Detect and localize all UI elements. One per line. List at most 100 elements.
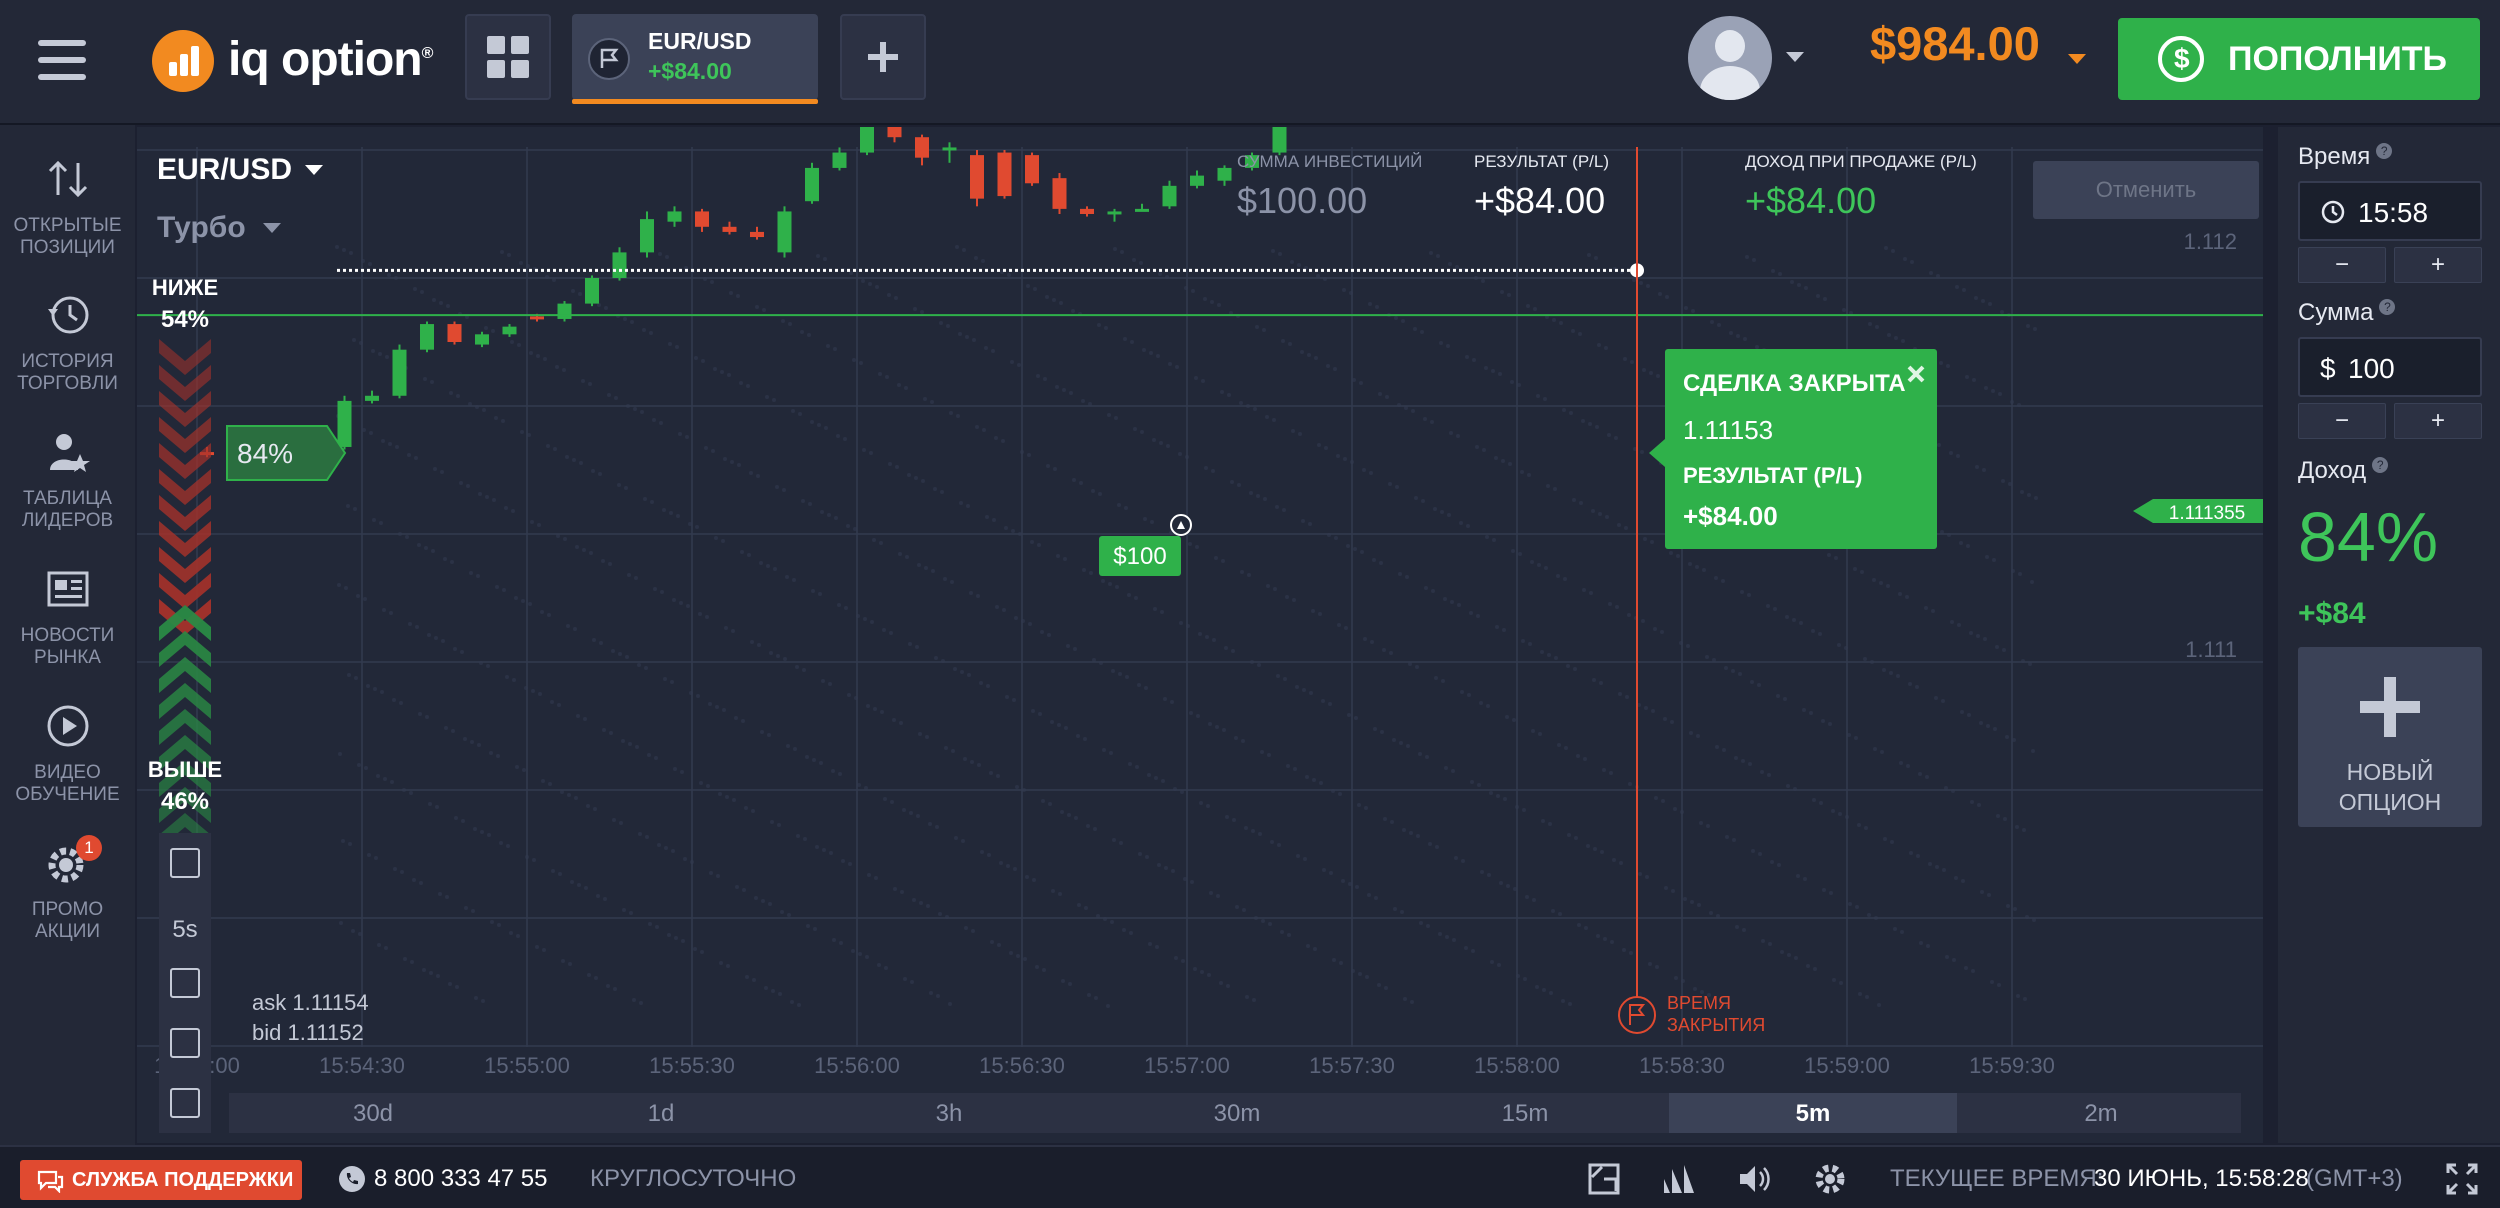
map-dot <box>528 602 532 606</box>
map-dot <box>1255 325 1259 329</box>
map-dot <box>1447 513 1451 517</box>
candle-body[interactable] <box>1135 208 1149 212</box>
candle-body[interactable] <box>722 226 737 232</box>
amount-plus-button[interactable]: + <box>2394 403 2482 439</box>
avatar[interactable] <box>1688 16 1772 100</box>
candle-body[interactable] <box>365 395 379 401</box>
candle-body[interactable] <box>1217 167 1232 181</box>
amount-minus-button[interactable]: − <box>2298 403 2386 439</box>
menu-icon[interactable] <box>38 38 90 82</box>
chart-area[interactable]: 15:54:0015:54:3015:55:0015:55:3015:56:00… <box>137 127 2263 1143</box>
expiry-time-field[interactable]: 15:58 <box>2298 181 2482 241</box>
map-dot <box>1642 368 1646 372</box>
deposit-button[interactable]: $ ПОПОЛНИТЬ <box>2118 18 2480 100</box>
support-button[interactable]: СЛУЖБА ПОДДЕРЖКИ <box>20 1160 302 1200</box>
bid-quote: bid 1.11152 <box>252 1020 364 1045</box>
candle-body[interactable] <box>585 278 599 304</box>
candle-body[interactable] <box>447 324 462 342</box>
map-dot <box>1578 332 1582 336</box>
fullscreen-window-icon[interactable] <box>1586 1161 1622 1197</box>
candle-body[interactable] <box>1190 175 1204 186</box>
candle-body[interactable] <box>777 211 792 253</box>
candle-body[interactable] <box>502 326 517 335</box>
map-dot <box>1497 963 1501 967</box>
map-dot <box>466 484 470 488</box>
map-dot <box>759 561 763 565</box>
asset-tab-eurusd[interactable]: EUR/USD +$84.00 <box>572 14 818 104</box>
map-dot <box>816 254 820 258</box>
candle-body[interactable] <box>695 211 709 227</box>
candle-body[interactable] <box>337 400 352 447</box>
help-icon[interactable]: ? <box>2372 457 2389 473</box>
map-dot <box>874 876 878 880</box>
map-dot <box>1480 870 1484 874</box>
candle-body[interactable] <box>805 167 819 202</box>
map-dot <box>1240 570 1244 574</box>
map-dot <box>538 692 542 696</box>
map-dot <box>335 245 339 249</box>
support-phone[interactable]: 8 800 333 47 55 <box>374 1165 548 1193</box>
candle-body[interactable] <box>557 303 572 319</box>
time-plus-button[interactable]: + <box>2394 247 2482 283</box>
chevron-down-icon[interactable] <box>1786 52 1804 62</box>
map-dot <box>970 760 974 764</box>
candle-body[interactable] <box>667 211 682 222</box>
candle-body[interactable] <box>1080 208 1094 214</box>
volume-icon[interactable] <box>1736 1161 1772 1197</box>
candle-body[interactable] <box>1025 155 1039 184</box>
candle-body[interactable] <box>530 316 544 320</box>
candle-body[interactable] <box>1272 127 1287 153</box>
map-dot <box>1369 471 1373 475</box>
map-dot <box>374 856 378 860</box>
candle-body[interactable] <box>750 231 764 238</box>
sidebar-item-promo[interactable]: 1 ПРОМО АКЦИИ <box>0 819 135 949</box>
candle-body[interactable] <box>1052 178 1067 209</box>
candle-body[interactable] <box>475 334 489 345</box>
brand-logo[interactable]: iq option® <box>152 26 452 96</box>
signal-icon[interactable] <box>1660 1161 1696 1197</box>
settings-gear-icon[interactable] <box>1812 1161 1848 1197</box>
candle-body[interactable] <box>942 147 957 151</box>
map-dot <box>1076 734 1080 738</box>
account-balance[interactable]: $984.00 <box>1870 16 2040 71</box>
new-option-button[interactable]: НОВЫЙ ОПЦИОН <box>2298 647 2482 827</box>
map-dot <box>657 843 661 847</box>
sidebar-item-leaders[interactable]: ТАБЛИЦА ЛИДЕРОВ <box>0 408 135 538</box>
balance-chevron-icon[interactable] <box>2068 54 2086 64</box>
candle-body[interactable] <box>887 127 902 138</box>
map-dot <box>1275 505 1279 509</box>
candle-body[interactable] <box>997 152 1012 197</box>
help-icon[interactable]: ? <box>2376 143 2393 159</box>
map-dot <box>511 509 515 513</box>
add-tab-button[interactable] <box>840 14 926 100</box>
candlestick-chart[interactable]: 15:54:0015:54:3015:55:0015:55:3015:56:00… <box>137 127 2263 1143</box>
candle-body[interactable] <box>970 155 984 199</box>
help-icon[interactable]: ? <box>2379 299 2396 315</box>
time-minus-button[interactable]: − <box>2298 247 2386 283</box>
sidebar-item-open-positions[interactable]: ОТКРЫТЫЕ ПОЗИЦИИ <box>0 135 135 265</box>
expand-icon[interactable] <box>2444 1161 2480 1197</box>
sidebar-item-news[interactable]: НОВОСТИ РЫНКА <box>0 545 135 675</box>
map-dot <box>1306 944 1310 948</box>
candle-body[interactable] <box>392 349 407 396</box>
sidebar-item-history[interactable]: ИСТОРИЯ ТОРГОВЛИ <box>0 271 135 401</box>
candle-body[interactable] <box>860 127 874 153</box>
map-dot <box>1602 768 1606 772</box>
candle-body[interactable] <box>832 152 847 168</box>
candle-body[interactable] <box>915 137 929 158</box>
map-dot <box>680 770 684 774</box>
asset-grid-button[interactable] <box>465 14 551 100</box>
candle-body[interactable] <box>640 219 654 253</box>
sidebar-item-video[interactable]: ВИДЕО ОБУЧЕНИЕ <box>0 682 135 812</box>
map-dot <box>1596 934 1600 938</box>
candle-body[interactable] <box>612 252 627 278</box>
map-dot <box>1466 524 1470 528</box>
map-dot <box>1395 485 1399 489</box>
candle-body[interactable] <box>1107 211 1122 215</box>
amount-field[interactable]: $ 100 <box>2298 337 2482 397</box>
map-dot <box>1204 466 1208 470</box>
candle-body[interactable] <box>1162 185 1177 207</box>
map-dot <box>1221 559 1225 563</box>
candle-body[interactable] <box>420 324 434 350</box>
map-dot <box>1338 792 1342 796</box>
